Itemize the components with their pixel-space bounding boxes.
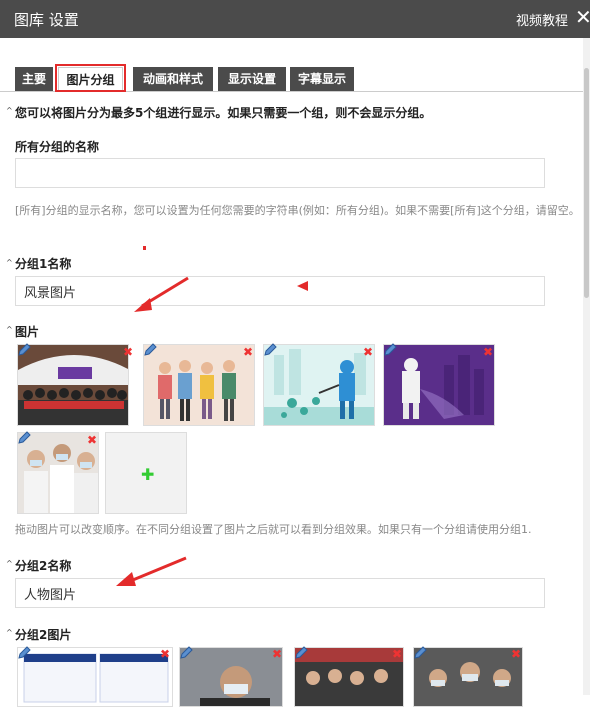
delete-icon[interactable]: ✖: [510, 648, 522, 660]
tab-animation-style[interactable]: 动画和样式: [133, 67, 213, 91]
annotation-arrow: [134, 276, 189, 312]
pencil-icon[interactable]: [383, 343, 397, 357]
collapse-caret-icon[interactable]: ^: [6, 628, 13, 637]
dialog-header: 图库 设置 视频教程 ✕: [0, 0, 590, 38]
tab-display-settings[interactable]: 显示设置: [218, 67, 286, 91]
group1-name-label: 分组1名称: [15, 257, 72, 271]
group1-name-input[interactable]: [15, 276, 545, 306]
dialog-title: 图库 设置: [14, 11, 79, 29]
tab-main[interactable]: 主要: [15, 67, 53, 91]
image-thumbnail[interactable]: [17, 344, 129, 426]
delete-icon[interactable]: ✖: [362, 346, 374, 358]
group2-name-input[interactable]: [15, 578, 545, 608]
pencil-icon[interactable]: [17, 646, 31, 660]
annotation-arrow: [116, 556, 187, 586]
pencil-icon[interactable]: [413, 646, 427, 660]
all-groups-hint: [所有]分组的显示名称，您可以设置为任何您需要的字符串(例如：所有分组)。如果不…: [15, 204, 580, 217]
tab-caption-display[interactable]: 字幕显示: [290, 67, 354, 91]
pencil-icon[interactable]: [294, 646, 308, 660]
image-thumbnail[interactable]: [294, 647, 404, 707]
collapse-caret-icon[interactable]: ^: [6, 106, 13, 115]
scrollbar[interactable]: [583, 38, 590, 695]
pencil-icon[interactable]: [143, 343, 157, 357]
delete-icon[interactable]: ✖: [122, 346, 134, 358]
pencil-icon[interactable]: [17, 431, 31, 445]
group2-images-label: 分组2图片: [15, 628, 72, 642]
delete-icon[interactable]: ✖: [391, 648, 403, 660]
pencil-icon[interactable]: [179, 646, 193, 660]
add-image-button[interactable]: ✚: [105, 432, 187, 514]
image-thumbnail[interactable]: [143, 344, 255, 426]
video-tutorial-link[interactable]: 视频教程: [516, 10, 568, 29]
delete-icon[interactable]: ✖: [271, 648, 283, 660]
group1-images-label: 图片: [15, 325, 40, 339]
pencil-icon[interactable]: [17, 343, 31, 357]
drag-order-hint: 拖动图片可以改变顺序。在不同分组设置了图片之后就可以看到分组效果。如果只有一个分…: [15, 523, 532, 536]
scrollbar-thumb[interactable]: [584, 68, 589, 298]
collapse-caret-icon[interactable]: ^: [6, 559, 13, 568]
delete-icon[interactable]: ✖: [159, 648, 171, 660]
image-thumbnail[interactable]: [179, 647, 283, 707]
image-thumbnail[interactable]: [17, 647, 173, 707]
collapse-caret-icon[interactable]: ^: [6, 325, 13, 334]
delete-icon[interactable]: ✖: [482, 346, 494, 358]
delete-icon[interactable]: ✖: [86, 434, 98, 446]
tab-highlight-box: [55, 64, 126, 92]
all-groups-name-input[interactable]: [15, 158, 545, 188]
image-thumbnail[interactable]: [413, 647, 523, 707]
delete-icon[interactable]: ✖: [242, 346, 254, 358]
collapse-caret-icon[interactable]: ^: [6, 258, 13, 267]
image-thumbnail[interactable]: [263, 344, 375, 426]
group2-name-label: 分组2名称: [15, 559, 72, 573]
red-marker: [143, 246, 146, 250]
all-groups-label: 所有分组的名称: [15, 140, 100, 154]
image-thumbnail[interactable]: [383, 344, 495, 426]
pencil-icon[interactable]: [263, 343, 277, 357]
annotation-arrow: [297, 281, 308, 291]
plus-icon: ✚: [141, 465, 155, 484]
intro-text: 您可以将图片分为最多5个组进行显示。如果只需要一个组，则不会显示分组。: [15, 106, 432, 120]
close-icon[interactable]: ✕: [575, 5, 590, 29]
